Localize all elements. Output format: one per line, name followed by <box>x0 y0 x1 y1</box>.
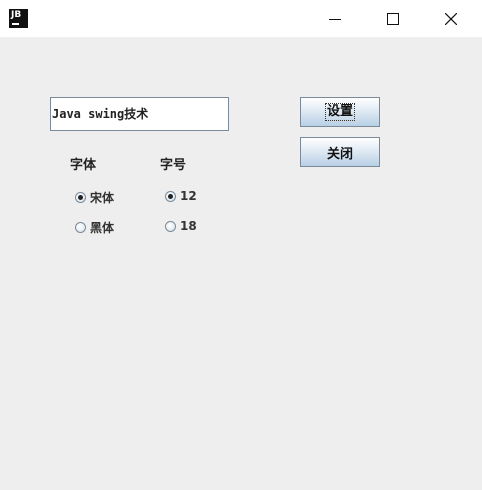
radio-size-18[interactable]: 18 <box>165 219 197 233</box>
maximize-icon <box>387 12 399 25</box>
app-icon-text: JB <box>11 10 22 20</box>
close-button-label: 关闭 <box>326 146 353 162</box>
set-button-label: 设置 <box>324 103 355 121</box>
radio-label: 黑体 <box>90 221 115 235</box>
radio-label: 18 <box>180 219 197 233</box>
maximize-button[interactable] <box>364 0 422 37</box>
radio-label: 宋体 <box>90 191 115 205</box>
radio-selected-icon <box>165 190 176 202</box>
content-panel: Java swing技术 设置 关闭 字体 字号 宋体 黑体 12 18 <box>0 37 482 490</box>
set-button[interactable]: 设置 <box>300 97 380 127</box>
close-icon <box>445 12 457 25</box>
radio-unselected-icon <box>75 222 86 233</box>
size-group-label: 字号 <box>160 158 187 173</box>
close-button[interactable]: 关闭 <box>300 137 380 167</box>
title-bar[interactable]: JB <box>0 0 482 37</box>
close-window-button[interactable] <box>422 0 480 37</box>
radio-unselected-icon <box>165 220 176 232</box>
radio-heiti[interactable]: 黑体 <box>75 219 114 236</box>
radio-size-12[interactable]: 12 <box>165 189 197 203</box>
app-icon: JB <box>9 9 28 28</box>
radio-songti[interactable]: 宋体 <box>75 189 114 206</box>
text-field[interactable]: Java swing技术 <box>50 97 229 131</box>
font-group-label: 字体 <box>70 158 97 173</box>
radio-label: 12 <box>180 189 197 203</box>
minimize-icon <box>329 18 341 20</box>
minimize-button[interactable] <box>306 0 364 37</box>
radio-selected-icon <box>75 192 86 203</box>
